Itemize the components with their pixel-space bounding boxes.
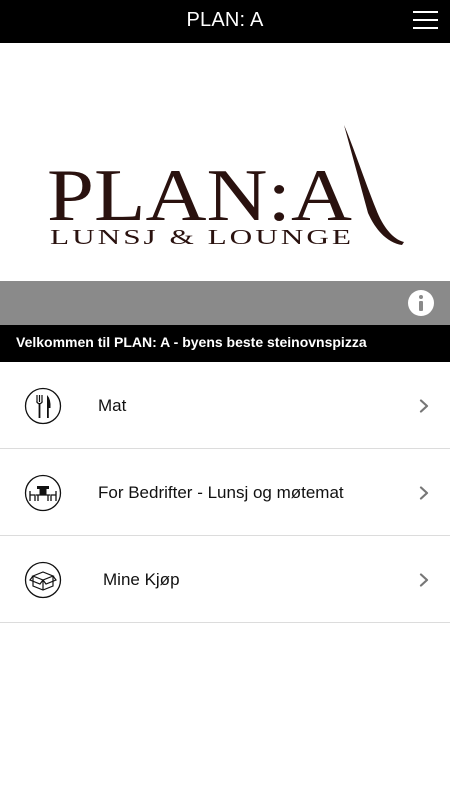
- info-icon[interactable]: [408, 290, 434, 316]
- chevron-right-icon: [419, 399, 429, 413]
- plan-a-logo: PLAN:A LUNSJ & LOUNGE: [47, 125, 404, 249]
- cutlery-icon: [24, 387, 62, 425]
- chevron-right-icon: [419, 573, 429, 587]
- logo-banner: PLAN:A LUNSJ & LOUNGE: [0, 43, 450, 281]
- info-band: [0, 281, 450, 325]
- menu-item-mine-kjop[interactable]: Mine Kjøp: [0, 536, 450, 623]
- menu-item-for-bedrifter[interactable]: For Bedrifter - Lunsj og møtemat: [0, 449, 450, 536]
- menu-item-label: Mat: [98, 396, 127, 415]
- chevron-right-icon: [419, 486, 429, 500]
- hamburger-menu-icon[interactable]: [413, 8, 438, 33]
- table-chairs-icon: [24, 474, 62, 512]
- menu-item-label: For Bedrifter - Lunsj og møtemat: [98, 483, 344, 502]
- menu-item-mat[interactable]: Mat: [0, 362, 450, 449]
- app-title: PLAN: A: [186, 9, 264, 31]
- menu-list: Mat For Bedrifter - Lunsj og møtemat Min…: [0, 362, 450, 623]
- box-icon: [24, 561, 62, 599]
- welcome-banner: Velkommen til PLAN: A - byens beste stei…: [0, 325, 450, 362]
- top-app-bar: PLAN: A: [0, 0, 450, 43]
- menu-item-label: Mine Kjøp: [103, 570, 180, 589]
- logo-tagline: LUNSJ & LOUNGE: [50, 225, 354, 249]
